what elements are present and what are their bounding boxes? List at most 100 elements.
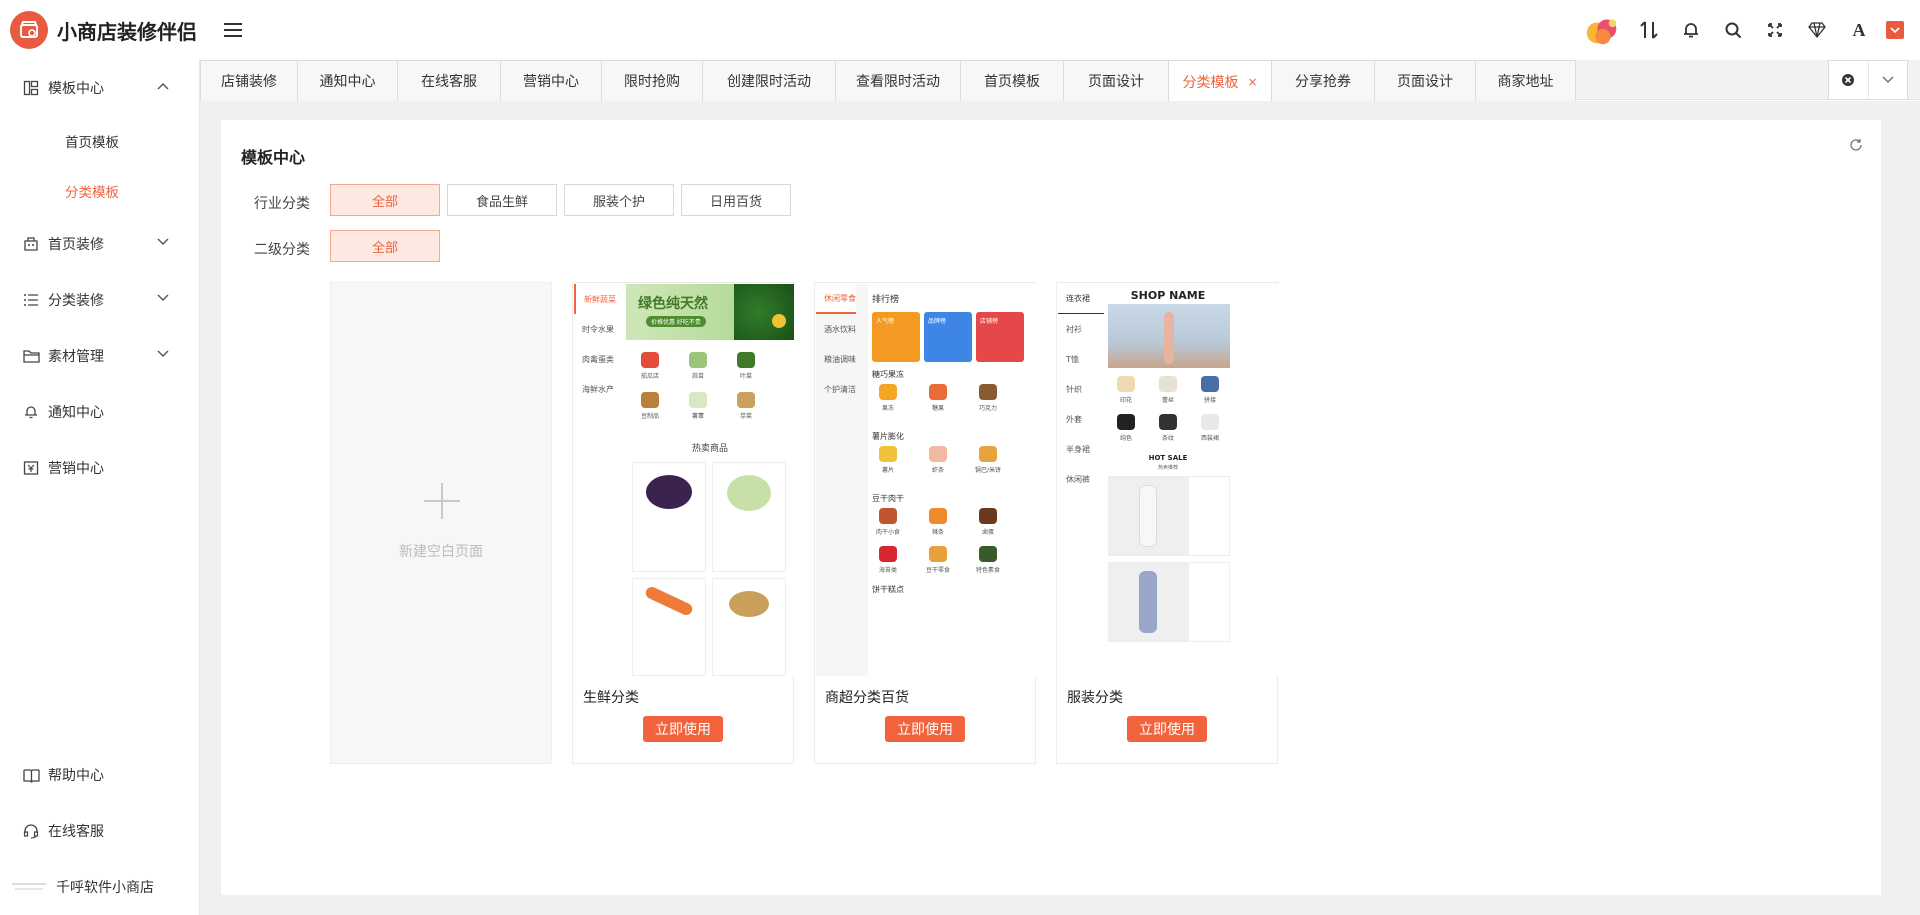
preview-icon-label: 条纹: [1161, 435, 1174, 442]
headset-icon: [22, 822, 40, 840]
shop-brand-logo: [10, 877, 48, 897]
fullscreen-icon[interactable]: [1754, 12, 1796, 48]
sidebar-item-template-center[interactable]: 模板中心: [0, 60, 199, 116]
use-template-button[interactable]: 立即使用: [643, 716, 723, 742]
page-title: 模板中心: [241, 148, 306, 167]
preview-side-item: 针织: [1066, 384, 1082, 394]
shop-logo-icon: [10, 11, 48, 49]
preview-side-item: 外套: [1066, 414, 1082, 424]
sidebar: 模板中心 首页模板 分类模板 首页装修 分类装修 素材管理 通知中心 营销中心: [0, 60, 200, 915]
tab-view-flash[interactable]: 查看限时活动: [835, 60, 961, 101]
palette-icon: [22, 235, 40, 253]
book-icon: [22, 766, 40, 784]
menu-toggle-icon[interactable]: [224, 23, 242, 37]
yen-icon: [22, 459, 40, 477]
preview-side-item: 新鲜蔬菜: [574, 284, 624, 314]
sidebar-item-label: 帮助中心: [48, 768, 104, 784]
sidebar-item-label: 模板中心: [48, 81, 104, 97]
industry-option-daily-goods[interactable]: 日用百货: [681, 184, 791, 216]
sidebar-item-material[interactable]: 素材管理: [0, 328, 199, 384]
top-header: 小商店装修伴侣 A: [0, 0, 1920, 60]
new-blank-page-card[interactable]: 新建空白页面: [330, 282, 552, 764]
industry-option-all[interactable]: 全部: [330, 184, 440, 216]
preview-icon-label: 纯色: [1119, 435, 1132, 442]
industry-option-clothing[interactable]: 服装个护: [564, 184, 674, 216]
secondary-option-all[interactable]: 全部: [330, 230, 440, 262]
chevron-down-icon[interactable]: [1867, 61, 1908, 99]
preview-icon-label: 薯片: [881, 467, 894, 474]
sidebar-item-marketing[interactable]: 营销中心: [0, 440, 199, 496]
pepper-image: [772, 314, 786, 328]
tab-online-service[interactable]: 在线客服: [397, 60, 501, 101]
industry-filter-label: 行业分类: [254, 196, 310, 212]
sidebar-item-category-decor[interactable]: 分类装修: [0, 272, 199, 328]
preview-side-item: 酒水饮料: [824, 324, 856, 334]
sidebar-item-home-decor[interactable]: 首页装修: [0, 216, 199, 272]
secondary-filter-label: 二级分类: [254, 242, 310, 258]
preview-rank-title: 排行榜: [872, 295, 900, 305]
preview-group-title: 薯片膨化: [872, 432, 904, 441]
preview-side-item: 粮油调味: [824, 354, 856, 364]
preview-hero-image: [1108, 304, 1230, 368]
sidebar-item-notice[interactable]: 通知中心: [0, 384, 199, 440]
tab-marketing[interactable]: 营销中心: [500, 60, 602, 101]
tab-home-template[interactable]: 首页模板: [960, 60, 1064, 101]
preview-icon-cell: 薯蕈: [678, 392, 718, 426]
tab-page-design[interactable]: 页面设计: [1063, 60, 1169, 101]
tab-shop-decor[interactable]: 店铺装修: [200, 60, 298, 101]
close-all-tabs-icon[interactable]: [1829, 61, 1868, 99]
font-size-icon[interactable]: A: [1838, 12, 1880, 48]
tab-share-coupon[interactable]: 分享抢券: [1271, 60, 1375, 101]
preview-rank-label: 店铺榜: [980, 318, 999, 325]
tab-page-design-2[interactable]: 页面设计: [1374, 60, 1476, 101]
template-preview[interactable]: 连衣裙 衬衫 T恤 针织 外套 半身裙 休闲裤 SHOP NAME 印花 蕾丝 …: [1058, 284, 1278, 676]
tabs-bar: 店铺装修 通知中心 在线客服 营销中心 限时抢购 创建限时活动 查看限时活动 首…: [200, 60, 1920, 102]
sidebar-item-help[interactable]: 帮助中心: [0, 747, 199, 803]
preview-rank-card: 店铺榜: [976, 312, 1024, 362]
theme-dropdown-icon[interactable]: [1880, 12, 1910, 48]
preview-icon-label: 特色素食: [975, 567, 1000, 574]
industry-option-fresh-food[interactable]: 食品生鲜: [447, 184, 557, 216]
tab-label: 通知中心: [319, 74, 376, 90]
sidebar-subitem-category-template[interactable]: 分类模板: [0, 166, 199, 216]
preview-icon-label: 肉干小食: [875, 529, 900, 536]
shop-profile[interactable]: 千呼软件小商店: [0, 859, 199, 915]
preview-category-list: 休闲零食 酒水饮料 粮油调味 个护清洁: [816, 284, 866, 676]
tab-label: 店铺装修: [221, 74, 277, 90]
tab-merchant-address[interactable]: 商家地址: [1475, 60, 1576, 101]
close-icon[interactable]: ×: [1247, 75, 1257, 89]
tab-label: 创建限时活动: [727, 74, 811, 90]
sort-icon[interactable]: [1628, 12, 1670, 48]
bell-icon[interactable]: [1670, 12, 1712, 48]
sidebar-subitem-home-template[interactable]: 首页模板: [0, 116, 199, 166]
refresh-icon[interactable]: [1849, 138, 1863, 156]
preview-icon-cell: 薯片: [868, 446, 908, 480]
preview-banner-title: 绿色纯天然: [638, 296, 708, 312]
preview-group-title: 豆干肉干: [872, 494, 904, 503]
tab-notice[interactable]: 通知中心: [297, 60, 398, 101]
chevron-up-icon: [157, 83, 169, 90]
vegetable-image: [734, 284, 794, 340]
tab-create-flash[interactable]: 创建限时活动: [702, 60, 836, 101]
template-preview[interactable]: 休闲零食 酒水饮料 粮油调味 个护清洁 排行榜 人气榜 品牌榜 店铺榜 糖巧果冻…: [816, 284, 1036, 676]
chevron-down-icon: [157, 350, 169, 357]
preview-icon-cell: 印花: [1106, 376, 1146, 410]
template-icon: [22, 79, 40, 97]
use-template-button[interactable]: 立即使用: [1127, 716, 1207, 742]
search-icon[interactable]: [1712, 12, 1754, 48]
tab-flash-sale[interactable]: 限时抢购: [601, 60, 703, 101]
sidebar-item-online-service[interactable]: 在线客服: [0, 803, 199, 859]
preview-icon-cell: 卤蛋: [968, 508, 1008, 542]
preview-icon-label: 锅巴/米饼: [974, 467, 1002, 474]
template-preview[interactable]: 新鲜蔬菜 时令水果 肉禽蛋类 海鲜水产 绿色纯天然 价格优惠 好吃不贵 茄瓜店 …: [574, 284, 794, 676]
use-template-button[interactable]: 立即使用: [885, 716, 965, 742]
diamond-icon[interactable]: [1796, 12, 1838, 48]
tab-category-template[interactable]: 分类模板 ×: [1168, 60, 1272, 102]
avatar[interactable]: [1582, 12, 1622, 48]
app-logo[interactable]: 小商店装修伴侣: [10, 11, 197, 49]
preview-icon-cell: 条纹: [1148, 414, 1188, 448]
template-name: 生鲜分类: [583, 690, 639, 706]
preview-product: [712, 462, 786, 572]
sidebar-bottom: 帮助中心 在线客服 千呼软件小商店: [0, 747, 199, 915]
preview-icon-label: 豆制品: [640, 413, 659, 420]
